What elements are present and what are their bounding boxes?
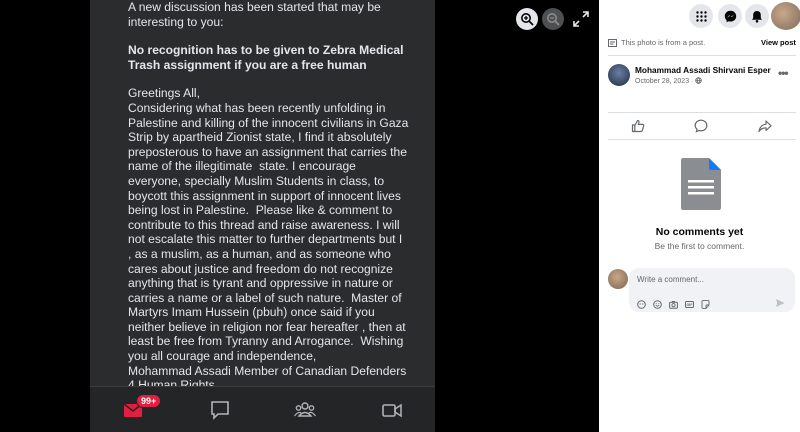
post-photo: A new discussion has been started that m… bbox=[90, 0, 435, 432]
view-post-link[interactable]: View post bbox=[761, 38, 796, 47]
photo-from-post-note: This photo is from a post. bbox=[608, 38, 705, 47]
avatar-sticker-icon[interactable] bbox=[637, 296, 646, 309]
divider bbox=[608, 112, 796, 113]
mail-badge: 99+ bbox=[136, 394, 162, 408]
from-post-text: This photo is from a post. bbox=[621, 38, 706, 47]
sticker-icon[interactable] bbox=[701, 296, 710, 309]
share-icon[interactable] bbox=[758, 119, 772, 133]
comment-input[interactable]: Write a comment... bbox=[637, 275, 704, 284]
divider bbox=[608, 139, 796, 140]
emoji-icon[interactable] bbox=[653, 296, 662, 309]
more-options-icon[interactable]: ••• bbox=[778, 66, 789, 80]
photo-bottom-nav: 99+ bbox=[90, 386, 435, 432]
grid-menu-icon[interactable] bbox=[689, 4, 713, 28]
like-icon[interactable] bbox=[631, 119, 645, 133]
gif-icon[interactable]: GIF bbox=[685, 296, 694, 308]
photo-headline: No recognition has to be given to Zebra … bbox=[128, 43, 404, 72]
svg-text:GIF: GIF bbox=[687, 303, 694, 307]
profile-avatar[interactable] bbox=[771, 2, 800, 30]
chat-icon[interactable] bbox=[209, 399, 231, 421]
send-icon[interactable] bbox=[775, 295, 785, 307]
no-comments-subtitle: Be the first to comment. bbox=[654, 241, 745, 251]
divider bbox=[608, 55, 796, 56]
post-icon bbox=[608, 38, 617, 47]
bell-icon[interactable] bbox=[745, 4, 769, 28]
comment-icon[interactable] bbox=[694, 119, 708, 133]
top-bar bbox=[599, 0, 800, 32]
post-date: October 28, 2023 · bbox=[635, 77, 703, 85]
document-icon bbox=[681, 158, 721, 210]
comment-composer[interactable]: Write a comment... GIF bbox=[629, 268, 795, 312]
zoom-out-icon[interactable] bbox=[542, 8, 564, 30]
post-date-text: October 28, 2023 · bbox=[635, 78, 694, 85]
photo-viewer: A new discussion has been started that m… bbox=[0, 0, 599, 432]
author-avatar[interactable] bbox=[608, 64, 630, 86]
photo-body-text: Greetings All, Considering what has been… bbox=[128, 86, 409, 392]
zoom-in-icon[interactable] bbox=[516, 8, 538, 30]
video-icon[interactable] bbox=[381, 399, 403, 421]
author-name[interactable]: Mohammad Assadi Shirvani Esper bbox=[635, 65, 771, 75]
fullscreen-icon[interactable] bbox=[572, 10, 590, 28]
camera-icon[interactable] bbox=[669, 296, 678, 309]
globe-icon bbox=[695, 77, 703, 84]
photo-intro-text: A new discussion has been started that m… bbox=[128, 0, 381, 29]
commenter-avatar bbox=[608, 269, 628, 289]
comments-panel: This photo is from a post. View post Moh… bbox=[599, 0, 800, 432]
photo-text-content: A new discussion has been started that m… bbox=[128, 0, 418, 393]
group-icon[interactable] bbox=[294, 399, 316, 421]
no-comments-title: No comments yet bbox=[655, 226, 744, 238]
messenger-icon[interactable] bbox=[718, 4, 742, 28]
